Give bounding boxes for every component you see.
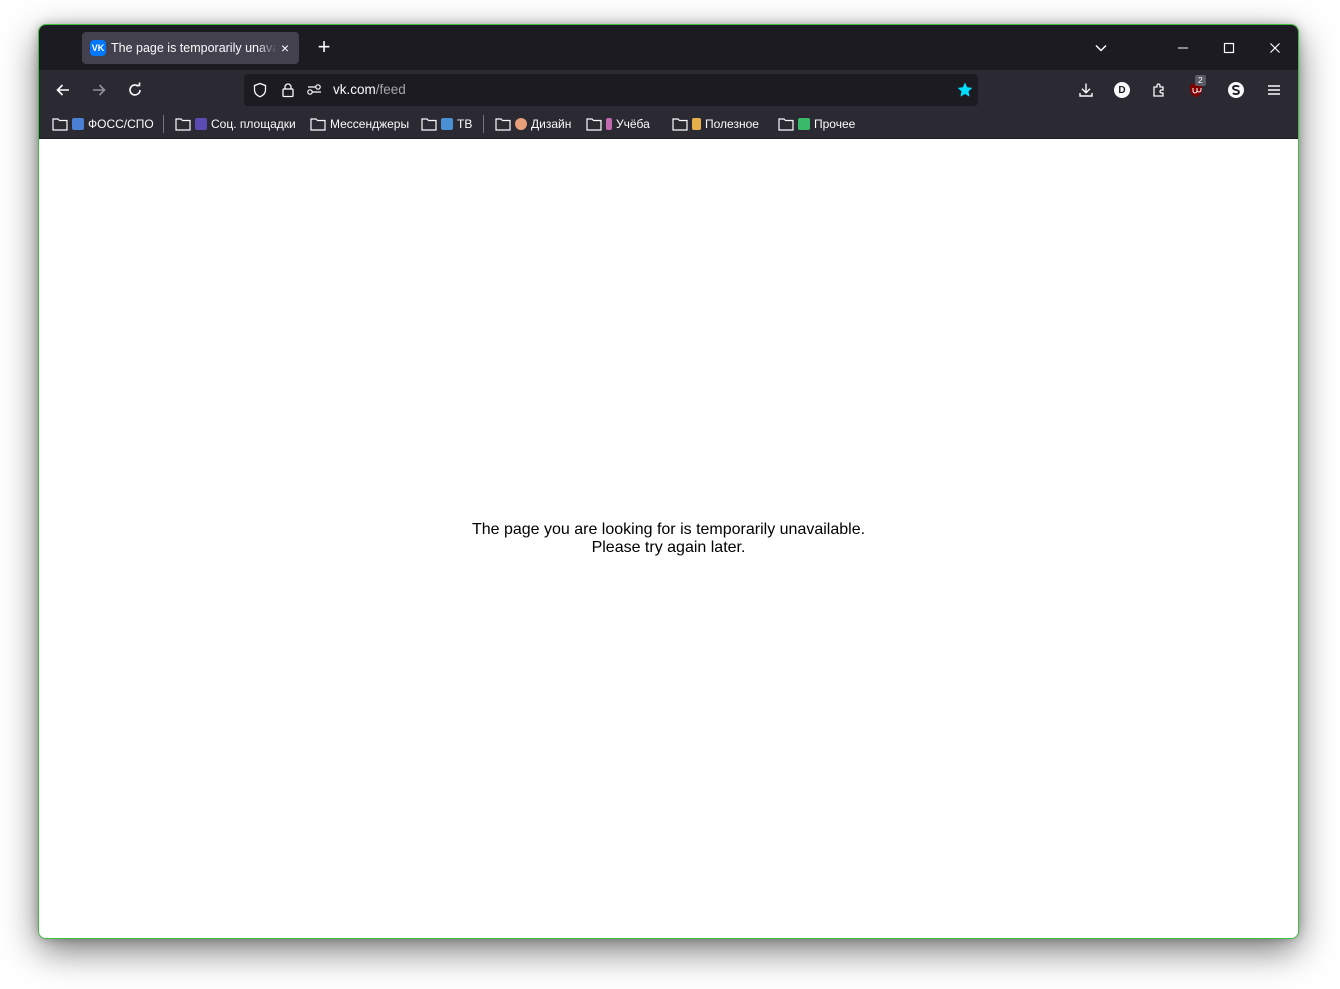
error-message-line-2: Please try again later. [591, 539, 746, 556]
url-text[interactable]: vk.com/feed [333, 82, 406, 97]
puzzle-icon [1153, 83, 1164, 97]
bookmark-label: Полезное [705, 117, 759, 131]
error-message-line-1: The page you are looking for is temporar… [471, 521, 866, 538]
account-sync-button[interactable] [1222, 76, 1250, 104]
bookmark-folder-messengers[interactable]: Мессенджеры [310, 116, 409, 132]
bookmark-separator [483, 115, 484, 133]
bookmark-label: Дизайн [531, 117, 572, 131]
extension-d-icon: D [1114, 82, 1130, 98]
folder-icon [495, 118, 511, 131]
tab-title: The page is temporarily unavailable [111, 41, 277, 55]
maximize-button[interactable] [1206, 25, 1252, 70]
page-content: The page you are looking for is temporar… [39, 139, 1298, 938]
pointing-finger-icon [692, 118, 701, 130]
folder-icon [52, 118, 68, 131]
bookmark-label: Учёба [616, 117, 650, 131]
minimize-icon [1178, 47, 1188, 48]
reload-icon [129, 82, 141, 96]
lock-icon[interactable] [279, 82, 297, 98]
bookmark-separator [163, 115, 164, 133]
ublock-origin-button[interactable]: 2 [1182, 75, 1210, 104]
url-path: /feed [375, 82, 406, 97]
folder-icon [175, 118, 191, 131]
minimize-button[interactable] [1160, 25, 1206, 70]
folder-icon [310, 118, 326, 131]
bookmark-folder-tv[interactable]: ТВ [421, 116, 472, 132]
error-message: The page you are looking for is temporar… [39, 521, 1298, 557]
maximize-icon [1223, 42, 1235, 53]
browser-window: VK The page is temporarily unavailable ×… [38, 24, 1299, 939]
bookmark-label: Соц. площадки [211, 117, 296, 131]
tv-icon [441, 118, 453, 130]
bookmark-folder-design[interactable]: Дизайн [495, 116, 571, 132]
gymnast-icon [606, 118, 612, 130]
extensions-button[interactable] [1145, 76, 1173, 104]
bookmark-label: Прочее [814, 117, 856, 131]
forward-button[interactable] [83, 76, 115, 104]
url-host: vk.com [333, 82, 376, 97]
downloads-button[interactable] [1072, 76, 1100, 104]
hamburger-menu-icon [1268, 85, 1280, 95]
laptop-icon [72, 118, 84, 130]
tracking-protection-shield-icon[interactable] [251, 82, 269, 98]
bookmark-folder-social[interactable]: Соц. площадки [175, 116, 296, 132]
arrow-right-icon [93, 84, 106, 96]
navigation-toolbar: vk.com/feed D 2 [39, 70, 1298, 110]
close-window-button[interactable] [1252, 25, 1298, 70]
bookmark-folder-study[interactable]: Учёба [586, 116, 650, 132]
active-tab[interactable]: VK The page is temporarily unavailable × [82, 32, 299, 64]
bookmark-star-icon[interactable] [956, 81, 974, 104]
app-menu-button[interactable] [1260, 76, 1288, 104]
tab-close-icon[interactable]: × [277, 40, 293, 56]
chevron-down-icon [1095, 44, 1107, 52]
arrow-left-icon [56, 84, 69, 96]
bookmark-folder-useful[interactable]: Полезное [672, 116, 759, 132]
folder-icon [586, 118, 602, 131]
address-bar[interactable]: vk.com/feed [244, 74, 978, 106]
reload-button[interactable] [119, 76, 151, 104]
bookmark-label: Мессенджеры [330, 117, 410, 131]
site-permissions-icon[interactable] [306, 82, 324, 98]
folder-icon [672, 118, 688, 131]
palette-icon [515, 118, 527, 130]
sync-s-icon [1228, 82, 1244, 98]
back-button[interactable] [47, 76, 79, 104]
bookmark-folder-other[interactable]: Прочее [778, 116, 855, 132]
list-all-tabs-button[interactable] [1089, 25, 1113, 70]
ublock-count-badge: 2 [1195, 75, 1206, 86]
bookmark-folder-foss[interactable]: ФОСС/СПО [52, 116, 154, 132]
people-icon [195, 118, 207, 130]
vk-favicon-icon: VK [90, 40, 106, 56]
bookmark-label: ФОСС/СПО [88, 117, 154, 131]
asterisk-icon [798, 118, 810, 130]
folder-icon [421, 118, 437, 131]
new-tab-button[interactable]: + [314, 36, 334, 58]
folder-icon [778, 118, 794, 131]
download-icon [1079, 83, 1093, 97]
bookmark-label: ТВ [457, 117, 473, 131]
bookmarks-toolbar: ФОСС/СПО Соц. площадки Мессенджеры ТВ Ди… [39, 110, 1298, 139]
close-icon [1270, 42, 1280, 53]
titlebar: VK The page is temporarily unavailable ×… [39, 25, 1298, 70]
extension-d-button[interactable]: D [1108, 76, 1136, 104]
